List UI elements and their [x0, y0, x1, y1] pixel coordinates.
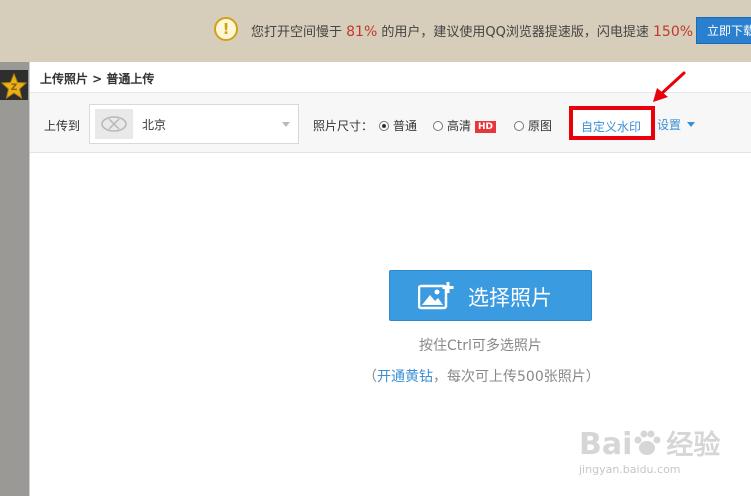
album-select[interactable]: 北京	[89, 104, 299, 144]
annotation-arrow-icon	[653, 71, 686, 102]
svg-text:Z: Z	[11, 83, 18, 93]
exclamation-icon: !	[214, 17, 238, 41]
size-option-original[interactable]: 原图	[514, 117, 552, 134]
radio-icon[interactable]	[514, 121, 524, 131]
upload-to-label: 上传到	[44, 119, 81, 133]
notice-percent: 81%	[346, 24, 378, 40]
star-badge[interactable]: Z	[0, 70, 28, 100]
size-option-label: 高清	[447, 119, 472, 133]
size-option-normal[interactable]: 普通	[379, 117, 417, 134]
upload-toolbar: 上传到 北京 照片尺寸： 普通 高清 HD 原图 自定义水印 设置	[30, 93, 751, 153]
baidu-logo-latin: Bai	[579, 427, 633, 462]
vip-hint: （开通黄钻，每次可上传500张照片）	[363, 366, 600, 386]
breadcrumb: 上传照片 > 普通上传	[40, 72, 155, 86]
vip-hint-open: （	[363, 369, 377, 385]
size-option-label: 普通	[393, 119, 418, 133]
open-yellow-diamond-link[interactable]: 开通黄钻	[377, 369, 433, 385]
size-option-label: 原图	[528, 119, 553, 133]
baidu-logo: Bai 经验	[579, 423, 720, 462]
baidu-jingyan-watermark: Bai 经验 jingyan.baidu.com	[573, 423, 743, 489]
choose-photos-label: 选择照片	[468, 286, 552, 310]
star-icon: Z	[1, 73, 27, 99]
eye-placeholder-icon	[101, 116, 127, 132]
album-thumbnail	[95, 109, 133, 139]
size-option-hd[interactable]: 高清 HD	[433, 117, 497, 134]
baidu-url: jingyan.baidu.com	[579, 463, 681, 476]
settings-label: 设置	[657, 118, 682, 132]
notice-text: 您打开空间慢于 81% 的用户，建议使用QQ浏览器提速版，闪电提速 150%	[251, 21, 693, 40]
notice-text-middle: 的用户，建议使用QQ浏览器提速版，闪电提速	[377, 25, 653, 40]
choose-photos-button[interactable]: 选择照片	[389, 270, 592, 321]
notice-speedup: 150%	[653, 24, 694, 40]
custom-watermark-link[interactable]: 自定义水印	[581, 118, 641, 135]
highlight-box: 自定义水印	[569, 106, 655, 140]
baidu-logo-cn: 经验	[666, 430, 721, 461]
hd-badge: HD	[475, 121, 497, 133]
vip-hint-rest: ，每次可上传500张照片）	[433, 369, 600, 385]
left-sidebar-strip	[0, 62, 29, 496]
multi-select-hint: 按住Ctrl可多选照片	[419, 338, 542, 354]
settings-dropdown[interactable]: 设置	[657, 116, 696, 133]
notice-text-before: 您打开空间慢于	[251, 25, 347, 40]
download-now-button[interactable]: 立即下载	[696, 17, 751, 44]
add-image-icon	[418, 282, 454, 310]
radio-icon[interactable]	[433, 121, 443, 131]
chevron-down-icon	[687, 122, 696, 127]
photo-size-label: 照片尺寸：	[313, 119, 374, 133]
chevron-down-icon	[282, 122, 290, 127]
notice-bar: ! 您打开空间慢于 81% 的用户，建议使用QQ浏览器提速版，闪电提速 150%…	[0, 0, 751, 62]
radio-checked-icon[interactable]	[379, 121, 389, 131]
album-name: 北京	[142, 118, 167, 132]
paw-icon	[634, 430, 661, 455]
